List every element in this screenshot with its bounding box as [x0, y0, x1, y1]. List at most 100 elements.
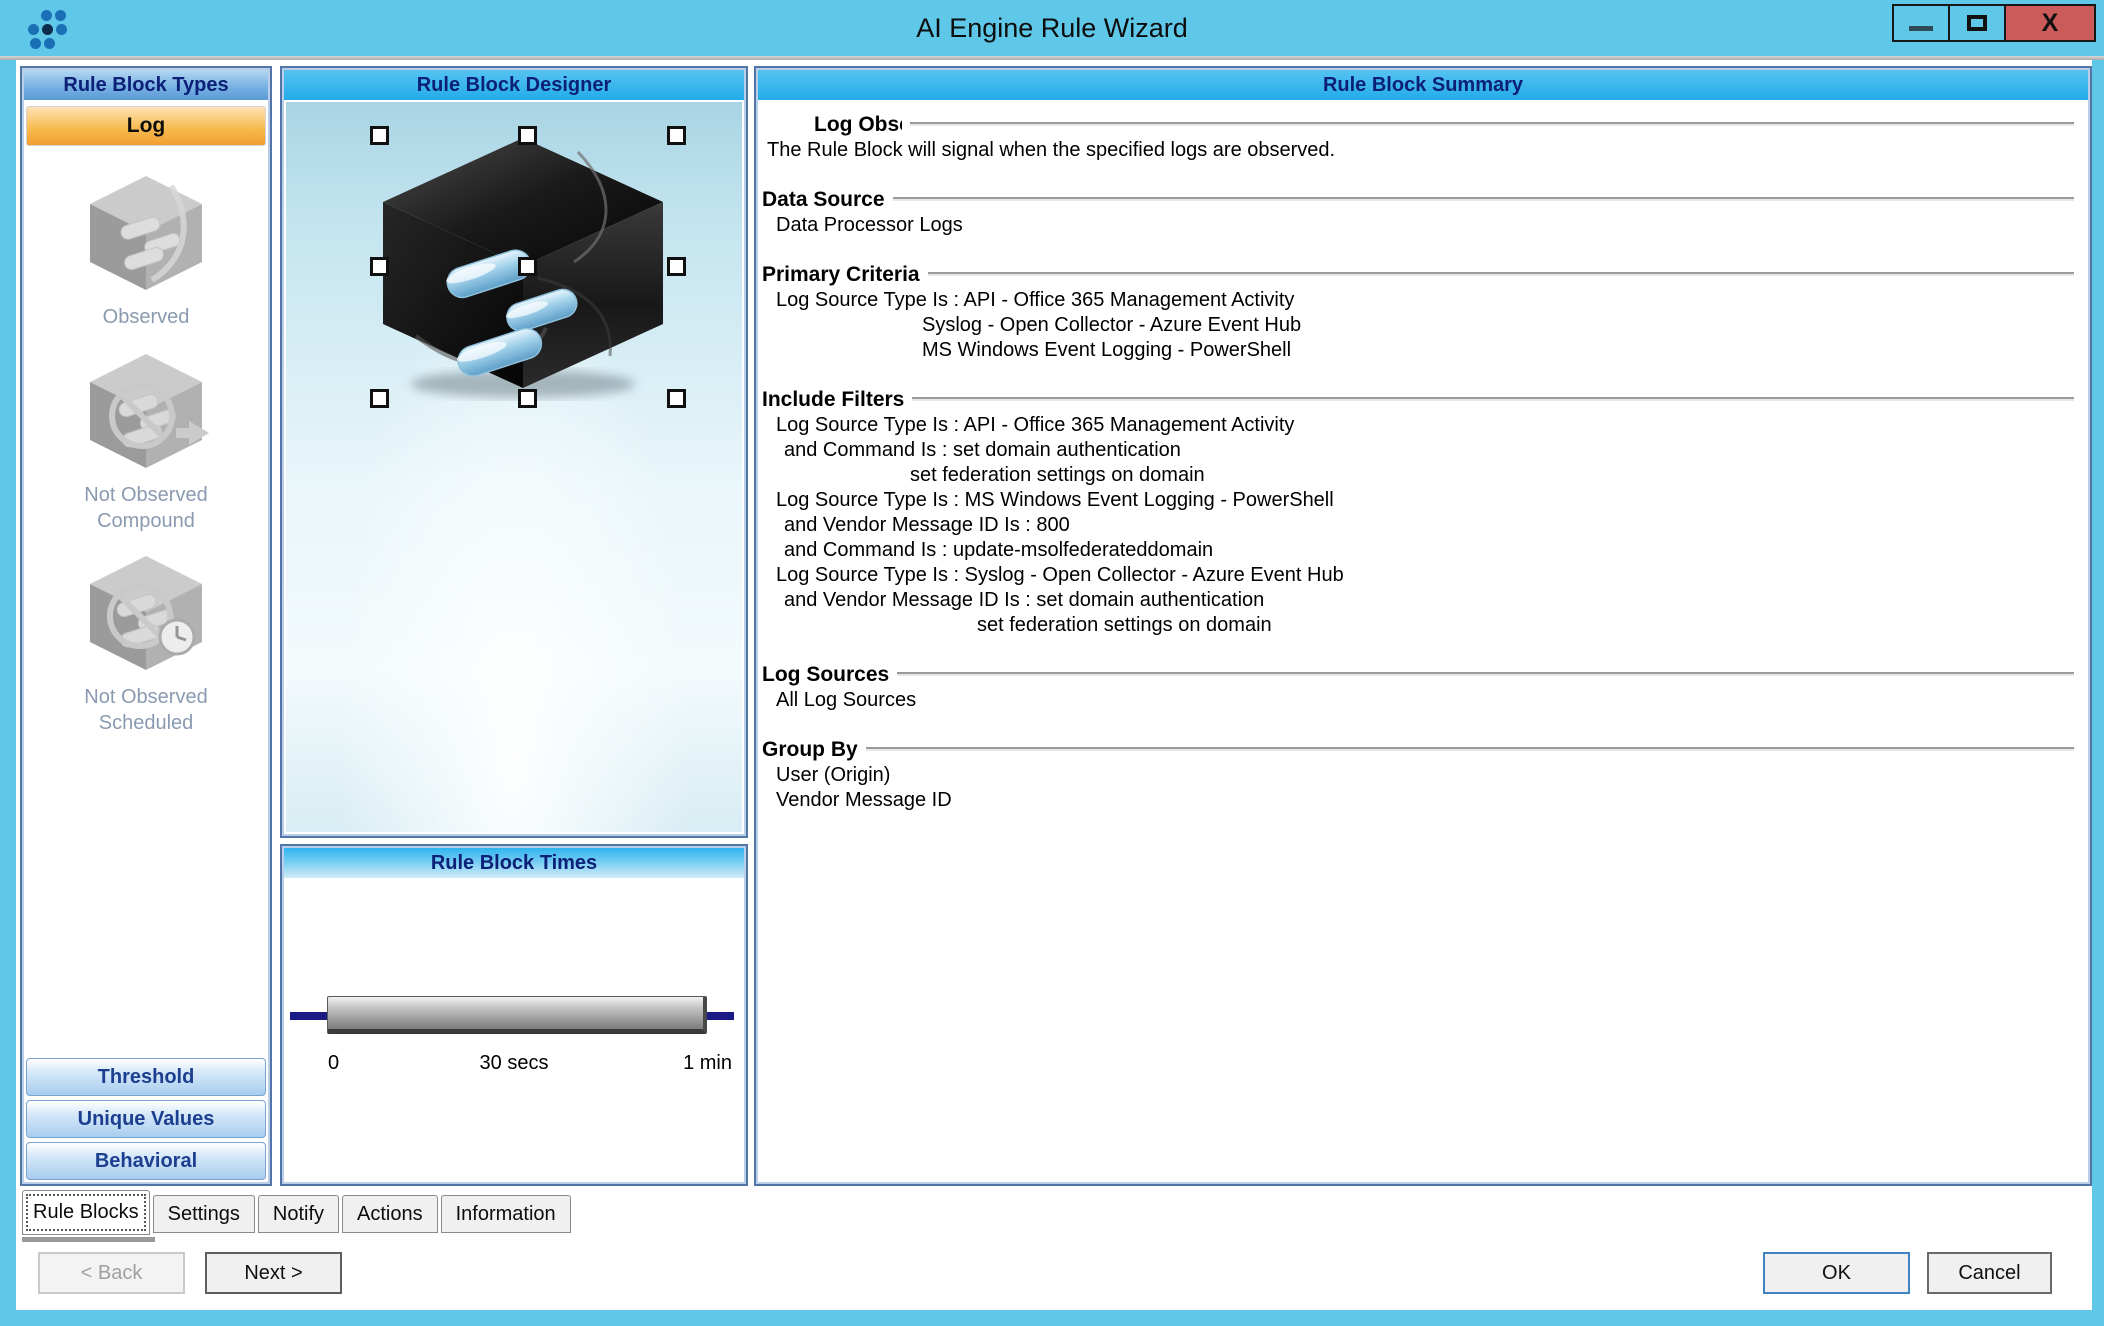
summary-line: Data Processor Logs — [762, 213, 2080, 238]
next-button[interactable]: Next > — [205, 1252, 342, 1294]
summary-section-heading: Data Source — [762, 187, 2080, 213]
summary-line: and Command Is : set domain authenticati… — [762, 438, 2080, 463]
selection-handle[interactable] — [370, 257, 389, 276]
selection-handle[interactable] — [518, 389, 537, 408]
tab-label: Rule Blocks — [33, 1201, 139, 1223]
summary-section-lines: All Log Sources — [762, 688, 2080, 713]
tab-rule-blocks[interactable]: Rule Blocks — [22, 1190, 150, 1235]
type-label: Not Observed Scheduled — [39, 684, 253, 736]
threshold-button[interactable]: Threshold — [26, 1058, 266, 1096]
summary-line: and Vendor Message ID Is : 800 — [762, 513, 2080, 538]
summary-line: Log Source Type Is : API - Office 365 Ma… — [762, 288, 2080, 313]
rule-block-designer-panel: Rule Block Designer — [280, 66, 748, 838]
selection-handle[interactable] — [370, 126, 389, 145]
summary-section-lines: User (Origin)Vendor Message ID — [762, 763, 2080, 813]
summary-section: Log Obse The Rule Block will signal when… — [762, 112, 2080, 163]
tab-information[interactable]: Information — [441, 1195, 571, 1233]
summary-line: All Log Sources — [762, 688, 2080, 713]
summary-sections: Log Obse The Rule Block will signal when… — [760, 102, 2086, 1180]
selection-handle[interactable] — [518, 257, 537, 276]
tab-settings[interactable]: Settings — [153, 1195, 255, 1233]
tick-30secs: 30 secs — [480, 1052, 549, 1075]
summary-section: Include Filters Log Source Type Is : API… — [762, 387, 2080, 638]
rule-block-types-header: Rule Block Types — [24, 70, 268, 100]
type-item-observed[interactable]: Observed — [39, 164, 253, 330]
tab-label: Notify — [273, 1203, 324, 1225]
summary-heading-text: Include Filters — [762, 387, 904, 413]
rule-block-summary-header: Rule Block Summary — [758, 70, 2088, 100]
summary-section-lines: The Rule Block will signal when the spec… — [762, 138, 2080, 163]
cancel-button[interactable]: Cancel — [1927, 1252, 2052, 1294]
summary-section-heading: Log Obse — [762, 112, 2080, 138]
summary-line: and Vendor Message ID Is : set domain au… — [762, 588, 2080, 613]
tab-label: Settings — [168, 1203, 240, 1225]
rule-block-times-panel: Rule Block Times 0 30 secs 1 min — [280, 844, 748, 1186]
time-range-bar[interactable] — [327, 996, 707, 1034]
summary-line: set federation settings on domain — [762, 463, 2080, 488]
rule-block-type-list: Observed Not Observed — [22, 146, 270, 736]
wizard-tabstrip: Rule Blocks Settings Notify Actions Info… — [22, 1190, 574, 1242]
minimize-button[interactable] — [1892, 4, 1950, 42]
summary-heading-text: Log Sources — [762, 662, 889, 688]
summary-section-lines: Data Processor Logs — [762, 213, 2080, 238]
selection-handle[interactable] — [518, 126, 537, 145]
summary-section-lines: Log Source Type Is : API - Office 365 Ma… — [762, 288, 2080, 363]
summary-line: set federation settings on domain — [762, 613, 2080, 638]
rule-block-summary-panel: Rule Block Summary Log Obse The Rule Blo… — [754, 66, 2092, 1186]
tab-actions[interactable]: Actions — [342, 1195, 438, 1233]
summary-line: Log Source Type Is : Syslog - Open Colle… — [762, 563, 2080, 588]
designer-canvas[interactable] — [286, 102, 742, 832]
summary-heading-text: Group By — [762, 737, 858, 763]
ai-engine-rule-wizard-window: { "window": { "title": "AI Engine Rule W… — [0, 0, 2104, 1326]
close-icon: X — [2042, 9, 2059, 38]
rule-block-designer-header: Rule Block Designer — [284, 70, 744, 100]
selection-handle[interactable] — [667, 389, 686, 408]
selection-handle[interactable] — [667, 257, 686, 276]
log-type-button[interactable]: Log — [26, 106, 266, 146]
behavioral-button[interactable]: Behavioral — [26, 1142, 266, 1180]
not-observed-compound-cube-icon — [76, 342, 216, 482]
maximize-button[interactable] — [1948, 4, 2006, 42]
summary-line: and Command Is : update-msolfederateddom… — [762, 538, 2080, 563]
selection-handle[interactable] — [667, 126, 686, 145]
minimize-icon — [1909, 26, 1933, 31]
summary-heading-text: Log Obse — [814, 112, 902, 138]
summary-line: The Rule Block will signal when the spec… — [762, 138, 2080, 163]
type-label: Observed — [39, 304, 253, 330]
back-button[interactable]: < Back — [38, 1252, 185, 1294]
summary-heading-text: Data Source — [762, 187, 885, 213]
close-button[interactable]: X — [2004, 4, 2096, 42]
observed-cube-icon — [76, 164, 216, 304]
not-observed-scheduled-cube-icon — [76, 544, 216, 684]
maximize-icon — [1967, 15, 1987, 31]
summary-section: Group By User (Origin)Vendor Message ID — [762, 737, 2080, 813]
summary-line: Log Source Type Is : MS Windows Event Lo… — [762, 488, 2080, 513]
summary-line: Log Source Type Is : API - Office 365 Ma… — [762, 413, 2080, 438]
ok-button[interactable]: OK — [1763, 1252, 1910, 1294]
type-item-not-observed-compound[interactable]: Not Observed Compound — [39, 342, 253, 534]
summary-line: MS Windows Event Logging - PowerShell — [762, 338, 2080, 363]
rule-block-times-header: Rule Block Times — [284, 848, 744, 878]
tick-zero: 0 — [328, 1052, 339, 1075]
summary-section: Primary Criteria Log Source Type Is : AP… — [762, 262, 2080, 363]
tick-1min: 1 min — [683, 1052, 732, 1075]
rule-block-types-panel: Rule Block Types Log Observed — [20, 66, 272, 1186]
type-label: Not Observed Compound — [39, 482, 253, 534]
heading-rule-line — [912, 397, 2074, 399]
titlebar: AI Engine Rule Wizard X — [0, 0, 2104, 56]
summary-line: Syslog - Open Collector - Azure Event Hu… — [762, 313, 2080, 338]
unique-values-button[interactable]: Unique Values — [26, 1100, 266, 1138]
summary-section: Data Source Data Processor Logs — [762, 187, 2080, 238]
selection-handle[interactable] — [370, 389, 389, 408]
time-slider-ticks: 0 30 secs 1 min — [282, 1052, 746, 1080]
summary-line: Vendor Message ID — [762, 788, 2080, 813]
dialog-client-area: Rule Block Types Log Observed — [16, 60, 2092, 1310]
summary-section-heading: Primary Criteria — [762, 262, 2080, 288]
type-item-not-observed-scheduled[interactable]: Not Observed Scheduled — [39, 544, 253, 736]
selected-rule-block[interactable] — [370, 126, 686, 408]
tab-notify[interactable]: Notify — [258, 1195, 339, 1233]
heading-rule-line — [910, 122, 2074, 124]
summary-heading-text: Primary Criteria — [762, 262, 920, 288]
rule-block-category-buttons: Threshold Unique Values Behavioral — [26, 1054, 266, 1180]
window-title: AI Engine Rule Wizard — [0, 0, 2104, 56]
